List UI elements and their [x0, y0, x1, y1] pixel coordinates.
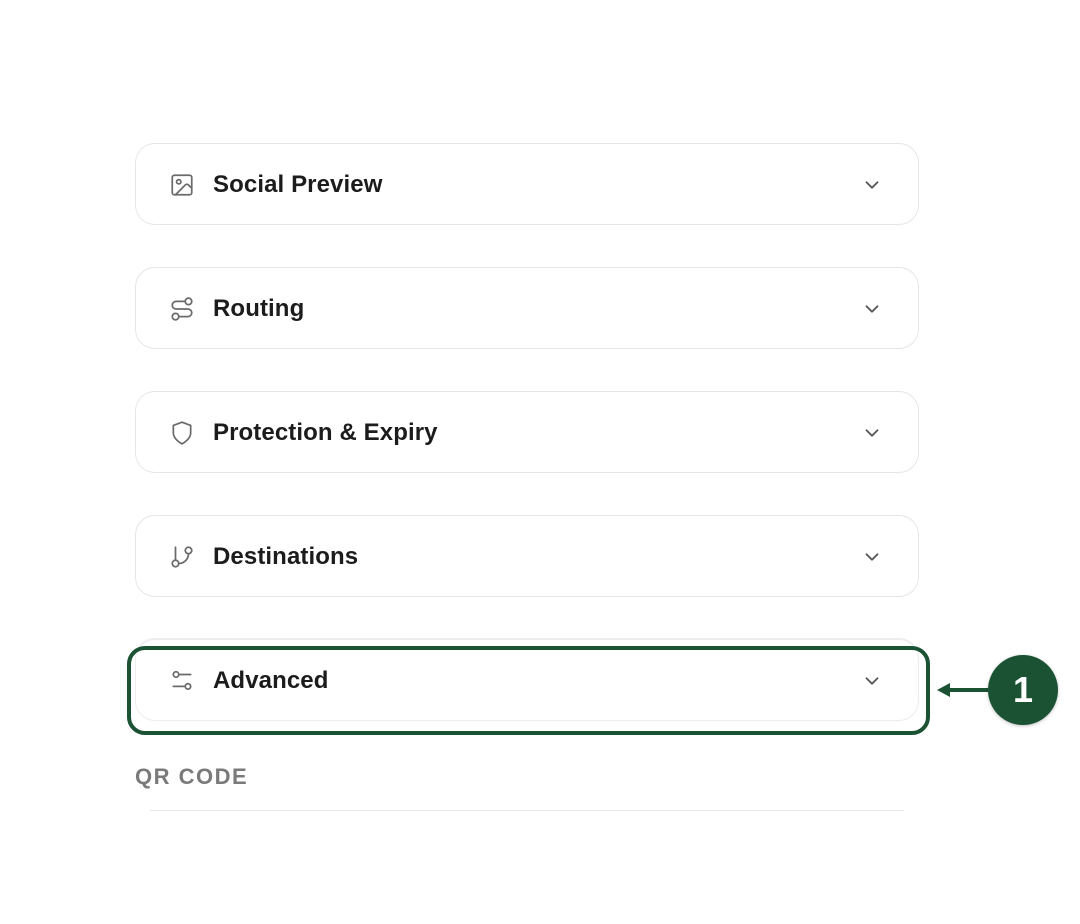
section-divider: [150, 810, 904, 811]
image-icon: [168, 171, 196, 199]
shield-icon: [168, 419, 196, 447]
accordion-label: Destinations: [213, 543, 359, 570]
route-icon: [168, 295, 196, 323]
sliders-icon: [168, 667, 196, 695]
chevron-down-icon[interactable]: [860, 421, 884, 445]
accordion-protection-expiry[interactable]: Protection & Expiry: [135, 391, 919, 473]
accordion-destinations[interactable]: Destinations: [135, 515, 919, 597]
chevron-down-icon[interactable]: [860, 669, 884, 693]
accordion-label: Protection & Expiry: [213, 419, 438, 446]
accordion-advanced[interactable]: Advanced: [135, 639, 919, 721]
accordion-social-preview[interactable]: Social Preview: [135, 143, 919, 225]
annotation-number-badge: 1: [988, 655, 1058, 725]
accordion-label: Advanced: [213, 667, 329, 694]
git-branch-icon: [168, 543, 196, 571]
accordion-routing[interactable]: Routing: [135, 267, 919, 349]
chevron-down-icon[interactable]: [860, 173, 884, 197]
chevron-down-icon[interactable]: [860, 297, 884, 321]
accordion-label: Routing: [213, 295, 305, 322]
annotation-arrow-icon: [937, 683, 988, 697]
section-title-qr-code: QR CODE: [135, 764, 249, 789]
chevron-down-icon[interactable]: [860, 545, 884, 569]
accordion-label: Social Preview: [213, 171, 383, 198]
